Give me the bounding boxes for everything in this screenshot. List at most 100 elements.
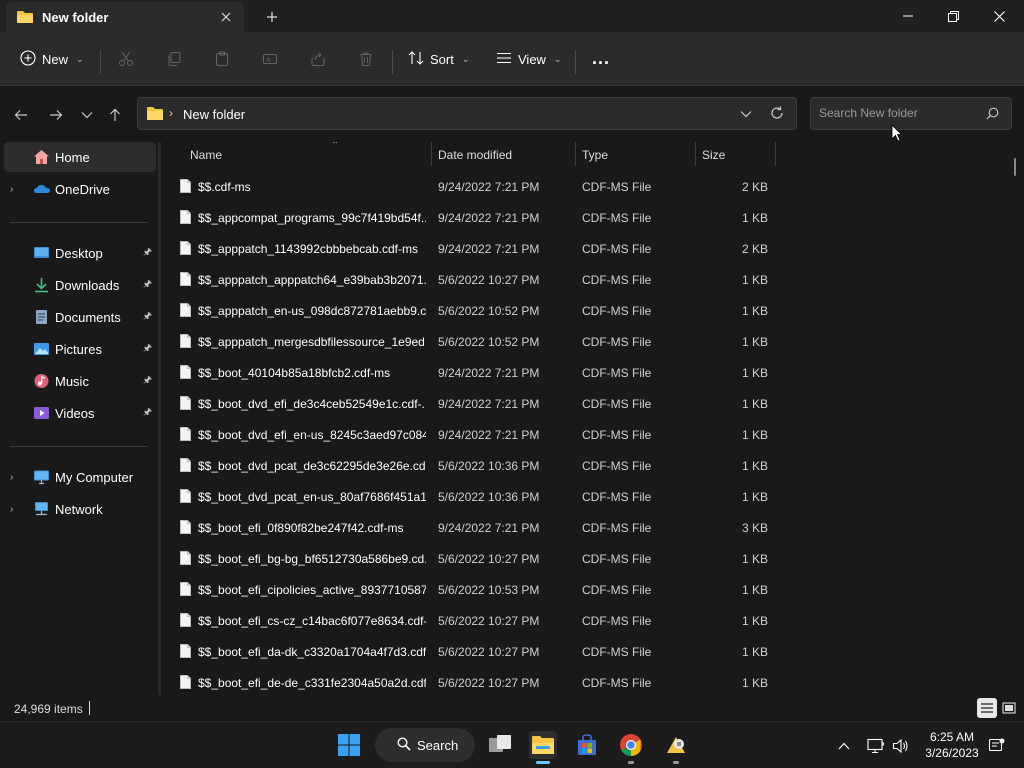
table-row[interactable]: $$_boot_dvd_pcat_de3c62295de3e26e.cd... 5… xyxy=(161,450,781,481)
table-row[interactable]: $$_boot_efi_0f890f82be247f42.cdf-ms 9/24/… xyxy=(161,512,781,543)
address-bar[interactable]: › New folder xyxy=(137,97,797,130)
copy-icon[interactable] xyxy=(164,49,184,69)
column-divider[interactable] xyxy=(695,142,696,166)
file-size: 1 KB xyxy=(741,490,768,504)
chrome-icon[interactable] xyxy=(617,731,645,759)
column-divider[interactable] xyxy=(575,142,576,166)
breadcrumb-separator[interactable]: › xyxy=(169,106,173,120)
sidebar-item-home[interactable]: Home xyxy=(4,142,156,172)
sidebar-item-onedrive[interactable]: › OneDrive xyxy=(4,174,156,204)
picture-icon xyxy=(33,341,50,357)
table-row[interactable]: $$_boot_40104b85a18bfcb2.cdf-ms 9/24/2022… xyxy=(161,357,781,388)
network-status-icon[interactable] xyxy=(866,736,886,756)
cut-icon[interactable] xyxy=(116,49,136,69)
chevron-right-icon[interactable]: › xyxy=(10,504,13,515)
download-icon xyxy=(33,277,50,293)
microsoft-store-icon[interactable] xyxy=(573,731,601,759)
search-input[interactable] xyxy=(819,106,979,120)
search-box[interactable] xyxy=(810,97,1012,130)
chevron-right-icon[interactable]: › xyxy=(10,472,13,483)
file-explorer-taskbar-icon[interactable] xyxy=(529,731,557,759)
task-view-icon[interactable] xyxy=(486,731,514,759)
recent-locations-icon[interactable] xyxy=(76,104,98,126)
sidebar-item-downloads[interactable]: Downloads 🖈 xyxy=(4,270,156,300)
taskbar-search-button[interactable]: Search xyxy=(375,728,475,762)
table-row[interactable]: $$_appcompat_programs_99c7f419bd54f... 9/… xyxy=(161,202,781,233)
forward-arrow-icon[interactable] xyxy=(45,104,67,126)
tab-new-folder[interactable]: New folder xyxy=(6,2,244,32)
table-row[interactable]: $$_boot_efi_bg-bg_bf6512730a586be9.cd...… xyxy=(161,543,781,574)
restore-icon[interactable] xyxy=(930,0,976,32)
sort-button[interactable]: Sort ⌄ xyxy=(408,45,469,73)
pin-icon[interactable]: 🖈 xyxy=(143,245,152,262)
system-clock[interactable]: 6:25 AM 3/26/2023 xyxy=(920,729,984,761)
active-app-indicator xyxy=(536,761,550,764)
sidebar-item-videos[interactable]: Videos 🖈 xyxy=(4,398,156,428)
file-name: $$_boot_efi_bg-bg_bf6512730a586be9.cd... xyxy=(198,552,426,566)
table-row[interactable]: $$_boot_efi_da-dk_c3320a1704a4f7d3.cdf..… xyxy=(161,636,781,667)
sidebar-item-my-computer[interactable]: › My Computer xyxy=(4,462,156,492)
large-icons-view-icon[interactable] xyxy=(999,698,1019,718)
share-icon[interactable] xyxy=(308,49,328,69)
sidebar-item-desktop[interactable]: Desktop 🖈 xyxy=(4,238,156,268)
view-button[interactable]: View ⌄ xyxy=(496,45,562,73)
vertical-scrollbar[interactable] xyxy=(1014,158,1016,176)
column-header-name[interactable]: Name ⌃ xyxy=(190,142,430,168)
close-window-icon[interactable] xyxy=(976,0,1022,32)
pin-icon[interactable]: 🖈 xyxy=(143,405,152,422)
pin-icon[interactable]: 🖈 xyxy=(143,309,152,326)
column-header-date[interactable]: Date modified xyxy=(438,142,574,168)
sidebar-item-pictures[interactable]: Pictures 🖈 xyxy=(4,334,156,364)
volume-icon[interactable] xyxy=(891,736,911,756)
back-arrow-icon[interactable] xyxy=(10,104,32,126)
table-row[interactable]: $$_apppatch_en-us_098dc872781aebb9.c... 5… xyxy=(161,295,781,326)
table-row[interactable]: $$_apppatch_1143992cbbbebcab.cdf-ms 9/24/… xyxy=(161,233,781,264)
app-icon[interactable] xyxy=(662,731,690,759)
table-row[interactable]: $$_boot_efi_de-de_c331fe2304a50a2d.cdf..… xyxy=(161,667,781,695)
close-tab-icon[interactable] xyxy=(216,7,236,27)
minimize-icon[interactable] xyxy=(885,0,931,32)
paste-icon[interactable] xyxy=(212,49,232,69)
pin-icon[interactable]: 🖈 xyxy=(143,277,152,294)
table-row[interactable]: $$_boot_dvd_efi_en-us_8245c3aed97c084...… xyxy=(161,419,781,450)
table-row[interactable]: $$_apppatch_mergesdbfilessource_1e9ed...… xyxy=(161,326,781,357)
table-row[interactable]: $$.cdf-ms 9/24/2022 7:21 PM CDF-MS File 2 K… xyxy=(161,171,781,202)
table-row[interactable]: $$_boot_dvd_pcat_en-us_80af7686f451a1...… xyxy=(161,481,781,512)
column-divider[interactable] xyxy=(431,142,432,166)
search-icon[interactable] xyxy=(986,107,999,123)
table-row[interactable]: $$_boot_dvd_efi_de3c4ceb52549e1c.cdf-...… xyxy=(161,388,781,419)
column-divider[interactable] xyxy=(775,142,776,166)
sidebar-item-documents[interactable]: Documents 🖈 xyxy=(4,302,156,332)
chevron-down-icon[interactable] xyxy=(740,107,752,121)
sidebar-item-network[interactable]: › Network xyxy=(4,494,156,524)
show-hidden-icons-icon[interactable] xyxy=(834,736,854,756)
table-row[interactable]: $$_boot_efi_cs-cz_c14bac6f077e8634.cdf-.… xyxy=(161,605,781,636)
column-header-type[interactable]: Type xyxy=(582,142,694,168)
chevron-right-icon[interactable]: › xyxy=(10,184,13,195)
file-name: $$_boot_dvd_pcat_en-us_80af7686f451a1... xyxy=(198,490,426,504)
new-button[interactable]: New ⌄ xyxy=(20,45,84,73)
add-tab-icon[interactable] xyxy=(260,6,284,28)
breadcrumb-new-folder[interactable]: New folder xyxy=(183,107,245,122)
column-header-label: Size xyxy=(702,148,726,162)
table-row[interactable]: $$_apppatch_apppatch64_e39bab3b2071... 5/… xyxy=(161,264,781,295)
delete-icon[interactable] xyxy=(356,49,376,69)
file-name: $$_appcompat_programs_99c7f419bd54f... xyxy=(198,211,426,225)
pin-icon[interactable]: 🖈 xyxy=(143,341,152,358)
sidebar-item-music[interactable]: Music 🖈 xyxy=(4,366,156,396)
rename-icon[interactable]: A xyxy=(260,49,280,69)
file-icon xyxy=(180,489,191,503)
table-row[interactable]: $$_boot_efi_cipolicies_active_8937710587… xyxy=(161,574,781,605)
notification-icon[interactable] xyxy=(987,736,1007,756)
file-icon xyxy=(180,210,191,224)
file-icon xyxy=(180,582,191,596)
more-options-icon[interactable]: ... xyxy=(592,44,610,72)
file-icon xyxy=(180,241,191,255)
column-header-size[interactable]: Size xyxy=(702,142,772,168)
details-view-icon[interactable] xyxy=(977,698,997,718)
refresh-icon[interactable] xyxy=(770,106,784,123)
sidebar-item-label: Home xyxy=(55,149,90,165)
windows-start-icon[interactable] xyxy=(335,731,363,759)
pin-icon[interactable]: 🖈 xyxy=(143,373,152,390)
up-arrow-icon[interactable] xyxy=(104,104,126,126)
